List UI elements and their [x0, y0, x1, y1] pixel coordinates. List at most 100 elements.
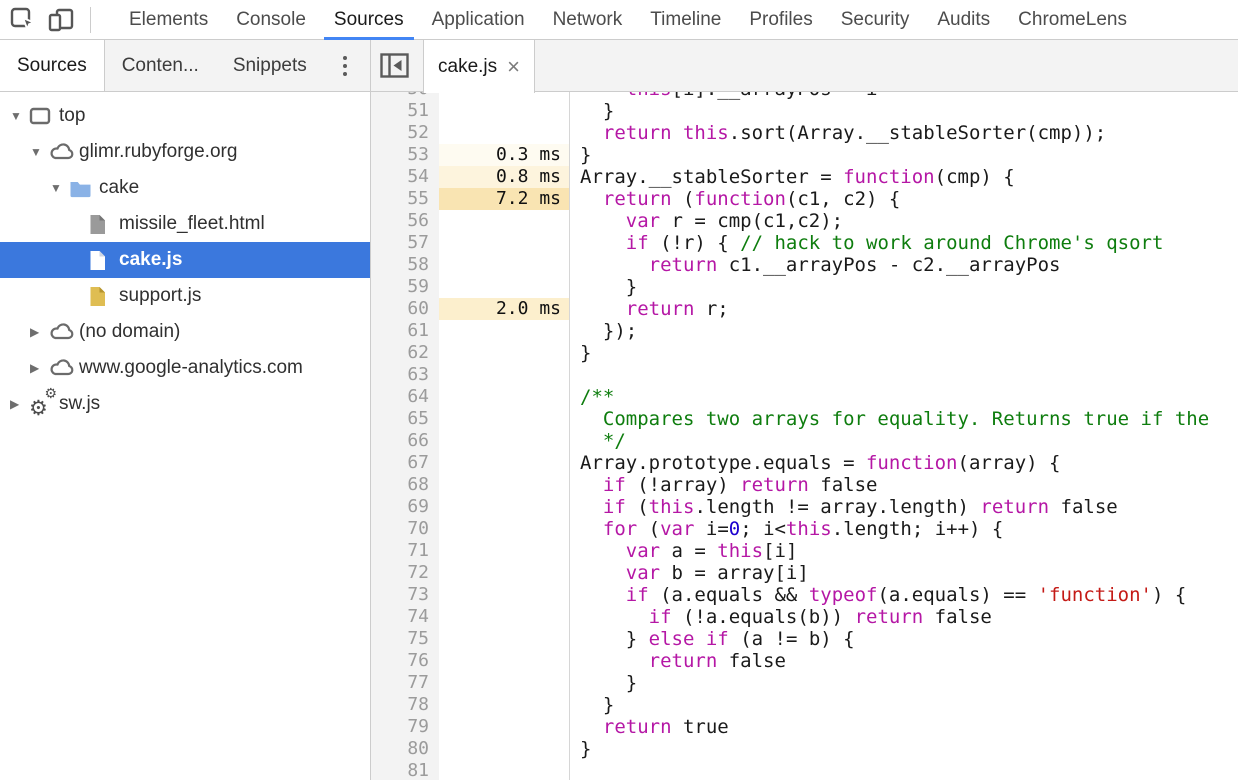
vertical-dots-icon[interactable]	[330, 40, 360, 91]
main-tab-network[interactable]: Network	[539, 0, 637, 39]
line-number[interactable]: 69	[371, 496, 439, 518]
line-code[interactable]: /**	[569, 386, 1238, 408]
line-code[interactable]: if (!array) return false	[569, 474, 1238, 496]
line-number[interactable]: 74	[371, 606, 439, 628]
disclosure-arrow[interactable]: ▼	[50, 181, 69, 195]
line-code[interactable]: var b = array[i]	[569, 562, 1238, 584]
line-number[interactable]: 55	[371, 188, 439, 210]
line-number[interactable]: 78	[371, 694, 439, 716]
line-number[interactable]: 64	[371, 386, 439, 408]
main-tab-console[interactable]: Console	[222, 0, 320, 39]
line-number[interactable]: 60	[371, 298, 439, 320]
tree-item-no-domain[interactable]: ▶ (no domain)	[0, 314, 370, 350]
line-code[interactable]: return c1.__arrayPos - c2.__arrayPos	[569, 254, 1238, 276]
main-tab-security[interactable]: Security	[827, 0, 924, 39]
line-code[interactable]: }	[569, 342, 1238, 364]
line-number[interactable]: 80	[371, 738, 439, 760]
line-number[interactable]: 76	[371, 650, 439, 672]
disclosure-arrow[interactable]: ▼	[30, 145, 49, 159]
tree-item-cake-js[interactable]: cake.js	[0, 242, 370, 278]
line-number[interactable]: 59	[371, 276, 439, 298]
line-code[interactable]: }	[569, 672, 1238, 694]
tree-item-support-js[interactable]: support.js	[0, 278, 370, 314]
tree-item-www-google-analytics-com[interactable]: ▶www.google-analytics.com	[0, 350, 370, 386]
line-code[interactable]: }	[569, 100, 1238, 122]
disclosure-arrow[interactable]: ▶	[30, 361, 49, 375]
line-number[interactable]: 61	[371, 320, 439, 342]
line-number[interactable]: 54	[371, 166, 439, 188]
inspect-element-icon[interactable]	[8, 6, 38, 34]
line-code[interactable]: }	[569, 144, 1238, 166]
tree-item-top[interactable]: ▼top	[0, 98, 370, 134]
line-number[interactable]: 77	[371, 672, 439, 694]
device-toolbar-icon[interactable]	[46, 6, 76, 34]
navigator-tab-conten[interactable]: Conten...	[105, 40, 216, 91]
line-code[interactable]	[569, 364, 1238, 386]
line-code[interactable]: Compares two arrays for equality. Return…	[569, 408, 1238, 430]
line-code[interactable]	[569, 760, 1238, 780]
main-tab-profiles[interactable]: Profiles	[735, 0, 826, 39]
line-number[interactable]: 70	[371, 518, 439, 540]
line-number[interactable]: 67	[371, 452, 439, 474]
profile-time	[439, 100, 569, 122]
line-code[interactable]: }	[569, 738, 1238, 760]
toggle-navigator-icon[interactable]	[371, 40, 417, 91]
line-code[interactable]: if (!a.equals(b)) return false	[569, 606, 1238, 628]
line-number[interactable]: 71	[371, 540, 439, 562]
line-code[interactable]: var a = this[i]	[569, 540, 1238, 562]
disclosure-arrow[interactable]: ▶	[30, 325, 49, 339]
line-number[interactable]: 73	[371, 584, 439, 606]
line-number[interactable]: 66	[371, 430, 439, 452]
line-code[interactable]: */	[569, 430, 1238, 452]
line-number[interactable]: 79	[371, 716, 439, 738]
tab-cake-js[interactable]: cake.js ×	[423, 40, 535, 93]
tree-item-missile-fleet-html[interactable]: missile_fleet.html	[0, 206, 370, 242]
line-code[interactable]: if (!r) { // hack to work around Chrome'…	[569, 232, 1238, 254]
line-code[interactable]: if (this.length != array.length) return …	[569, 496, 1238, 518]
line-number[interactable]: 62	[371, 342, 439, 364]
tree-item-cake[interactable]: ▼cake	[0, 170, 370, 206]
line-number[interactable]: 72	[371, 562, 439, 584]
line-code[interactable]: for (var i=0; i<this.length; i++) {	[569, 518, 1238, 540]
close-tab-icon[interactable]: ×	[507, 56, 520, 78]
line-code[interactable]: this[i].__arrayPos = i	[569, 92, 1238, 100]
line-code[interactable]: return this.sort(Array.__stableSorter(cm…	[569, 122, 1238, 144]
line-number[interactable]: 58	[371, 254, 439, 276]
line-number[interactable]: 63	[371, 364, 439, 386]
line-code[interactable]: return r;	[569, 298, 1238, 320]
line-code[interactable]: return false	[569, 650, 1238, 672]
line-number[interactable]: 75	[371, 628, 439, 650]
line-number[interactable]: 68	[371, 474, 439, 496]
line-number[interactable]: 65	[371, 408, 439, 430]
line-code[interactable]: });	[569, 320, 1238, 342]
main-tab-chromelens[interactable]: ChromeLens	[1004, 0, 1141, 39]
line-code[interactable]: if (a.equals && typeof(a.equals) == 'fun…	[569, 584, 1238, 606]
line-number[interactable]: 56	[371, 210, 439, 232]
main-tab-timeline[interactable]: Timeline	[636, 0, 735, 39]
line-code[interactable]: } else if (a != b) {	[569, 628, 1238, 650]
tree-item-glimr-rubyforge-org[interactable]: ▼glimr.rubyforge.org	[0, 134, 370, 170]
tree-item-sw-js[interactable]: ▶⚙⚙sw.js	[0, 386, 370, 422]
main-tab-audits[interactable]: Audits	[923, 0, 1004, 39]
line-code[interactable]: }	[569, 276, 1238, 298]
line-code[interactable]: Array.prototype.equals = function(array)…	[569, 452, 1238, 474]
line-number[interactable]: 81	[371, 760, 439, 780]
navigator-tab-sources[interactable]: Sources	[0, 40, 105, 91]
disclosure-arrow[interactable]: ▼	[10, 109, 29, 123]
line-number[interactable]: 57	[371, 232, 439, 254]
line-number[interactable]: 50	[371, 92, 439, 100]
main-tab-sources[interactable]: Sources	[320, 0, 418, 39]
line-code[interactable]: }	[569, 694, 1238, 716]
line-number[interactable]: 53	[371, 144, 439, 166]
main-tab-application[interactable]: Application	[418, 0, 539, 39]
line-number[interactable]: 51	[371, 100, 439, 122]
line-code[interactable]: Array.__stableSorter = function(cmp) {	[569, 166, 1238, 188]
disclosure-arrow[interactable]: ▶	[10, 397, 29, 411]
tree-item-label: (no domain)	[79, 321, 180, 343]
line-code[interactable]: var r = cmp(c1,c2);	[569, 210, 1238, 232]
line-code[interactable]: return true	[569, 716, 1238, 738]
line-code[interactable]: return (function(c1, c2) {	[569, 188, 1238, 210]
navigator-tab-snippets[interactable]: Snippets	[216, 40, 324, 91]
main-tab-elements[interactable]: Elements	[115, 0, 222, 39]
line-number[interactable]: 52	[371, 122, 439, 144]
